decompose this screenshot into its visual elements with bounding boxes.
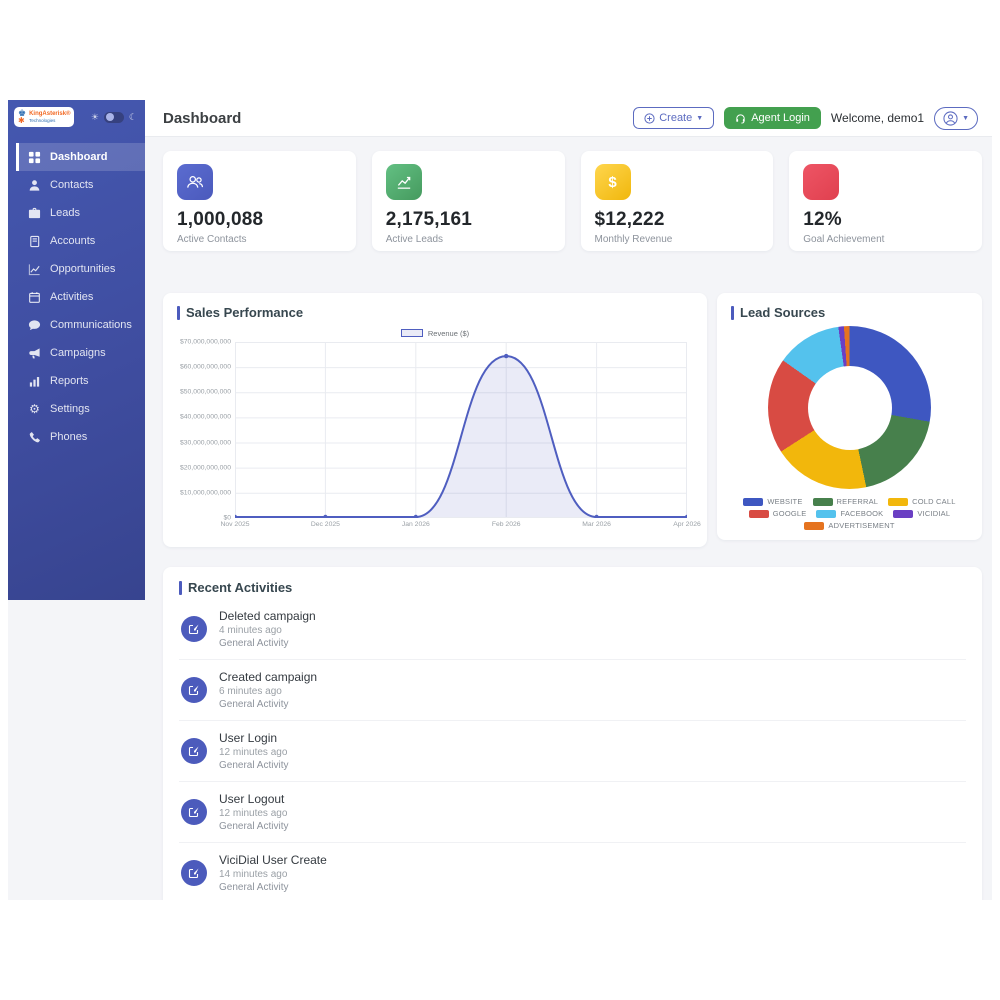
sidebar-item-settings[interactable]: ⚙ Settings <box>8 395 145 423</box>
stat-card-active-contacts: 1,000,088 Active Contacts <box>163 151 356 251</box>
activity-row: User Logout12 minutes agoGeneral Activit… <box>179 782 966 843</box>
sidebar-item-campaigns[interactable]: Campaigns <box>8 339 145 367</box>
sidebar-item-accounts[interactable]: Accounts <box>8 227 145 255</box>
stat-label: Active Leads <box>386 234 551 245</box>
activity-note-icon <box>181 677 207 703</box>
stat-value: 2,175,161 <box>386 209 551 231</box>
sales-performance-panel: Sales Performance Revenue ($) $70,000,00… <box>163 293 707 547</box>
legend-item: VICIDIAL <box>893 509 950 518</box>
legend-label: Revenue ($) <box>428 329 469 338</box>
panel-title: Lead Sources <box>731 305 968 320</box>
lead-sources-panel: Lead Sources WEBSITE REFERRAL COLD CALL … <box>717 293 982 540</box>
stat-value: $12,222 <box>595 209 760 231</box>
agent-login-button[interactable]: Agent Login <box>724 107 821 129</box>
legend-item: GOOGLE <box>749 509 807 518</box>
brand-subtitle: Technologies <box>29 118 70 123</box>
brand-logo: ♚✱ KingAsterisk® Technologies <box>14 107 74 127</box>
trend-chart-icon <box>28 263 41 276</box>
recent-activities-panel: Recent Activities Deleted campaign4 minu… <box>163 567 982 900</box>
activity-list: Deleted campaign4 minutes agoGeneral Act… <box>179 599 966 900</box>
topbar: Dashboard Create ▼ Agent Login Welcome, … <box>145 100 992 137</box>
phone-icon <box>28 431 41 444</box>
chat-icon <box>28 319 41 332</box>
legend-item: ADVERTISEMENT <box>804 521 894 530</box>
person-circle-icon <box>943 111 958 126</box>
crm-app: ♚✱ KingAsterisk® Technologies ☀ ☾ Dashbo… <box>8 100 992 900</box>
page-title: Dashboard <box>163 110 241 127</box>
megaphone-icon <box>28 347 41 360</box>
welcome-text: Welcome, demo1 <box>831 111 924 125</box>
activity-row: ViciDial User Create14 minutes agoGenera… <box>179 843 966 900</box>
stat-card-monthly-revenue: $ $12,222 Monthly Revenue <box>581 151 774 251</box>
stat-card-goal-achievement: 12% Goal Achievement <box>789 151 982 251</box>
activity-note-icon <box>181 799 207 825</box>
sidebar-menu: Dashboard Contacts Leads Accounts Opport… <box>8 143 145 451</box>
stat-value: 12% <box>803 209 968 231</box>
brand-name: KingAsterisk® <box>29 111 70 118</box>
chart-legend: Revenue ($) <box>177 326 693 340</box>
moon-icon: ☾ <box>129 113 137 122</box>
stat-cards: 1,000,088 Active Contacts 2,175,161 Acti… <box>163 151 982 251</box>
sidebar-item-activities[interactable]: Activities <box>8 283 145 311</box>
caret-down-icon: ▼ <box>696 115 703 122</box>
sidebar: ♚✱ KingAsterisk® Technologies ☀ ☾ Dashbo… <box>8 100 145 600</box>
panel-title: Recent Activities <box>179 580 966 595</box>
briefcase-icon <box>28 207 41 220</box>
donut-legend: WEBSITE REFERRAL COLD CALL GOOGLE FACEBO… <box>735 497 965 530</box>
sidebar-item-reports[interactable]: Reports <box>8 367 145 395</box>
main-content: 1,000,088 Active Contacts 2,175,161 Acti… <box>145 137 992 900</box>
crown-asterisk-icon: ♚✱ <box>18 109 26 125</box>
sidebar-item-communications[interactable]: Communications <box>8 311 145 339</box>
goal-icon <box>803 164 839 200</box>
create-button[interactable]: Create ▼ <box>633 107 714 129</box>
headset-icon <box>735 113 746 124</box>
activity-note-icon <box>181 738 207 764</box>
stat-card-active-leads: 2,175,161 Active Leads <box>372 151 565 251</box>
person-icon <box>28 179 41 192</box>
user-menu-button[interactable]: ▼ <box>934 107 978 130</box>
sales-chart: Revenue ($) $70,000,000,000$60,000,000,0… <box>177 326 693 533</box>
activity-row: Created campaign6 minutes agoGeneral Act… <box>179 660 966 721</box>
stat-label: Monthly Revenue <box>595 234 760 245</box>
sidebar-item-dashboard[interactable]: Dashboard <box>16 143 145 171</box>
activity-note-icon <box>181 860 207 886</box>
sidebar-item-phones[interactable]: Phones <box>8 423 145 451</box>
plus-circle-icon <box>644 113 655 124</box>
legend-item: REFERRAL <box>813 497 879 506</box>
legend-item: COLD CALL <box>888 497 955 506</box>
legend-item: FACEBOOK <box>816 509 883 518</box>
activity-note-icon <box>181 616 207 642</box>
dollar-icon: $ <box>595 164 631 200</box>
people-icon <box>177 164 213 200</box>
panel-title: Sales Performance <box>177 305 693 320</box>
y-axis: $70,000,000,000$60,000,000,000$50,000,00… <box>177 342 235 518</box>
x-axis: Nov 2025Dec 2025Jan 2026Feb 2026Mar 2026… <box>235 521 687 533</box>
legend-swatch <box>401 329 423 337</box>
stat-label: Goal Achievement <box>803 234 968 245</box>
gear-icon: ⚙ <box>28 403 41 416</box>
activity-row: Deleted campaign4 minutes agoGeneral Act… <box>179 599 966 660</box>
stat-label: Active Contacts <box>177 234 342 245</box>
stat-value: 1,000,088 <box>177 209 342 231</box>
sidebar-item-contacts[interactable]: Contacts <box>8 171 145 199</box>
sidebar-item-leads[interactable]: Leads <box>8 199 145 227</box>
theme-toggle[interactable] <box>104 112 124 123</box>
lead-sources-donut <box>768 326 931 489</box>
graph-up-icon <box>386 164 422 200</box>
plot-area <box>235 342 687 518</box>
activity-row: User Login12 minutes agoGeneral Activity <box>179 721 966 782</box>
caret-down-icon: ▼ <box>962 115 969 122</box>
bar-chart-icon <box>28 375 41 388</box>
legend-item: WEBSITE <box>743 497 802 506</box>
grid-icon <box>28 151 41 164</box>
sidebar-item-opportunities[interactable]: Opportunities <box>8 255 145 283</box>
journal-icon <box>28 235 41 248</box>
calendar-icon <box>28 291 41 304</box>
sun-icon: ☀ <box>91 113 99 122</box>
